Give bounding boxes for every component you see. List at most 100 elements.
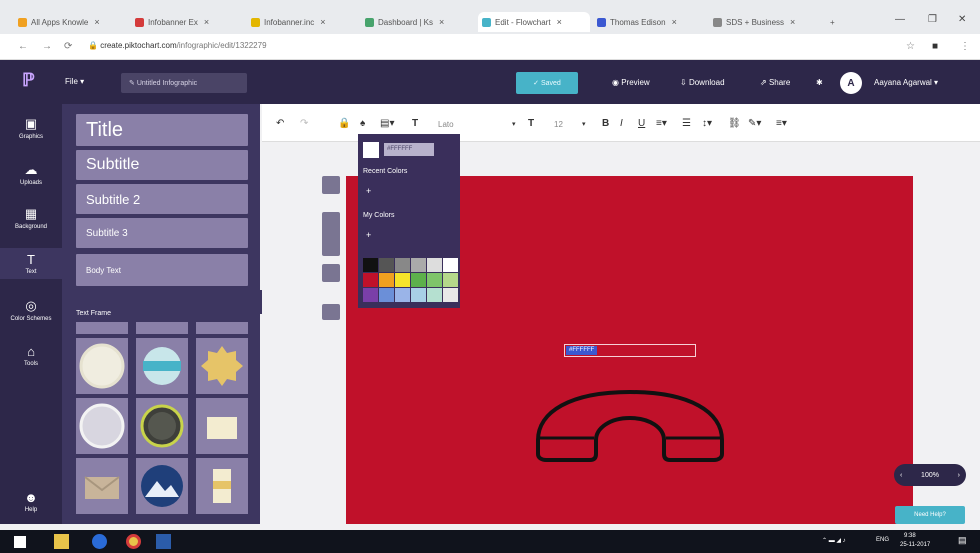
palette-swatch[interactable] bbox=[363, 288, 378, 302]
add-my-color-icon[interactable]: + bbox=[366, 230, 371, 240]
preview-button[interactable]: ◉ Preview bbox=[612, 78, 650, 87]
palette-swatch[interactable] bbox=[395, 288, 410, 302]
language-indicator[interactable]: ENG bbox=[876, 537, 889, 543]
palette-swatch[interactable] bbox=[395, 273, 410, 287]
browser-tab[interactable]: Dashboard | Ks × bbox=[365, 12, 473, 32]
browser-tab[interactable]: SDS + Business × bbox=[713, 12, 821, 32]
text-frame-item[interactable] bbox=[136, 322, 188, 334]
share-button[interactable]: ⇗ Share bbox=[760, 78, 790, 87]
user-menu[interactable]: Aayana Agarwal ▾ bbox=[874, 78, 938, 87]
minimize-icon[interactable]: — bbox=[895, 14, 905, 25]
text-frame-item[interactable] bbox=[136, 458, 188, 514]
zoom-out-icon[interactable]: ‹ bbox=[900, 472, 902, 479]
edge-icon[interactable] bbox=[92, 534, 107, 549]
palette-swatch[interactable] bbox=[379, 258, 394, 272]
close-tab-icon[interactable]: × bbox=[557, 17, 562, 27]
font-size-icon[interactable]: T bbox=[528, 118, 534, 129]
rail-item-color-schemes[interactable]: ◎ Color Schemes bbox=[0, 298, 62, 322]
file-explorer-icon[interactable] bbox=[54, 534, 69, 549]
add-recent-color-icon[interactable]: + bbox=[366, 186, 371, 196]
palette-swatch[interactable] bbox=[443, 288, 458, 302]
app-logo-icon[interactable]: ℙ bbox=[22, 70, 35, 91]
text-frame-item[interactable] bbox=[196, 322, 248, 334]
reload-icon[interactable]: ⟳ bbox=[64, 41, 72, 52]
palette-swatch[interactable] bbox=[363, 273, 378, 287]
canvas-side-tool[interactable] bbox=[322, 176, 340, 194]
redo-icon[interactable]: ↷ bbox=[300, 118, 308, 129]
effects-icon[interactable]: ✎▾ bbox=[748, 118, 761, 129]
palette-swatch[interactable] bbox=[363, 258, 378, 272]
canvas-side-tool[interactable] bbox=[322, 304, 340, 320]
font-dropdown-icon[interactable]: ▾ bbox=[512, 120, 516, 128]
text-style-title[interactable]: Title bbox=[76, 114, 248, 146]
extension-icon[interactable]: ■ bbox=[932, 41, 938, 52]
rail-item-graphics[interactable]: ▣ Graphics bbox=[0, 116, 62, 140]
size-dropdown-icon[interactable]: ▾ bbox=[582, 120, 586, 128]
clock-date[interactable]: 25-11-2017 bbox=[900, 542, 930, 548]
palette-swatch[interactable] bbox=[379, 273, 394, 287]
palette-swatch[interactable] bbox=[411, 258, 426, 272]
rail-item-help[interactable]: ☻ Help bbox=[0, 490, 62, 513]
menu-dots-icon[interactable]: ⋮ bbox=[960, 41, 970, 52]
close-tab-icon[interactable]: × bbox=[94, 17, 99, 27]
selected-text-box[interactable]: #FFFFFF bbox=[564, 344, 696, 357]
chrome-icon[interactable] bbox=[126, 534, 141, 549]
need-help-button[interactable]: Need Help? bbox=[895, 506, 965, 524]
current-color-swatch[interactable] bbox=[363, 142, 379, 158]
browser-tab[interactable]: Infobanner.inc × bbox=[251, 12, 359, 32]
more-options-icon[interactable]: ≡▾ bbox=[776, 118, 787, 129]
action-center-icon[interactable]: ▤ bbox=[958, 535, 967, 546]
document-title-field[interactable]: ✎ Untitled Infographic bbox=[121, 73, 247, 93]
undo-icon[interactable]: ↶ bbox=[276, 118, 284, 129]
text-style-subtitle-3[interactable]: Subtitle 3 bbox=[76, 218, 248, 248]
text-tool-icon[interactable]: T bbox=[412, 118, 418, 129]
telephone-handset-icon[interactable] bbox=[530, 388, 730, 464]
close-tab-icon[interactable]: × bbox=[439, 17, 444, 27]
maximize-icon[interactable]: ❐ bbox=[928, 14, 937, 25]
text-align-icon[interactable]: ≡▾ bbox=[656, 118, 667, 129]
font-select[interactable]: Lato bbox=[438, 120, 454, 129]
bookmark-star-icon[interactable]: ☆ bbox=[906, 41, 915, 52]
palette-swatch[interactable] bbox=[411, 288, 426, 302]
browser-tab[interactable]: Infobanner Ex × bbox=[135, 12, 243, 32]
browser-tab[interactable]: Thomas Edison × bbox=[597, 12, 707, 32]
bold-button[interactable]: B bbox=[602, 118, 609, 129]
notifications-icon[interactable]: ✱ bbox=[816, 78, 823, 87]
url-field[interactable]: 🔒 create.piktochart.com/infographic/edit… bbox=[88, 41, 267, 50]
palette-swatch[interactable] bbox=[411, 273, 426, 287]
close-tab-icon[interactable]: × bbox=[672, 17, 677, 27]
list-icon[interactable]: ☰ bbox=[682, 118, 691, 129]
link-icon[interactable]: ⛓ bbox=[728, 118, 741, 129]
text-frame-item[interactable] bbox=[196, 338, 248, 394]
hex-color-input[interactable]: #FFFFFF bbox=[384, 143, 434, 156]
text-frame-item[interactable] bbox=[76, 322, 128, 334]
new-tab-button[interactable]: + bbox=[830, 12, 844, 32]
palette-swatch[interactable] bbox=[427, 258, 442, 272]
forward-icon[interactable]: → bbox=[42, 41, 52, 52]
palette-swatch[interactable] bbox=[427, 288, 442, 302]
text-frame-item[interactable] bbox=[76, 458, 128, 514]
text-frame-item[interactable] bbox=[76, 398, 128, 454]
line-height-icon[interactable]: ↕▾ bbox=[702, 118, 712, 129]
rail-item-text[interactable]: T Text bbox=[0, 248, 62, 279]
browser-tab-active[interactable]: Edit - Flowchart × bbox=[478, 12, 590, 32]
text-frame-item[interactable] bbox=[136, 338, 188, 394]
save-button[interactable]: ✓ Saved bbox=[516, 72, 578, 94]
palette-swatch[interactable] bbox=[443, 273, 458, 287]
text-style-subtitle[interactable]: Subtitle bbox=[76, 150, 248, 180]
text-style-body[interactable]: Body Text bbox=[76, 254, 248, 286]
text-frame-item[interactable] bbox=[196, 458, 248, 514]
rail-item-tools[interactable]: ⌂ Tools bbox=[0, 344, 62, 367]
palette-swatch[interactable] bbox=[379, 288, 394, 302]
close-tab-icon[interactable]: × bbox=[790, 17, 795, 27]
word-icon[interactable] bbox=[156, 534, 171, 549]
align-icon[interactable]: ▤▾ bbox=[380, 118, 394, 129]
canvas-side-tool[interactable] bbox=[322, 264, 340, 282]
palette-swatch[interactable] bbox=[395, 258, 410, 272]
rail-item-uploads[interactable]: ☁ Uploads bbox=[0, 162, 62, 186]
windows-start-icon[interactable] bbox=[14, 536, 26, 548]
close-window-icon[interactable]: ✕ bbox=[958, 14, 966, 25]
underline-button[interactable]: U bbox=[638, 118, 645, 129]
text-style-subtitle-2[interactable]: Subtitle 2 bbox=[76, 184, 248, 214]
text-frame-item[interactable] bbox=[136, 398, 188, 454]
